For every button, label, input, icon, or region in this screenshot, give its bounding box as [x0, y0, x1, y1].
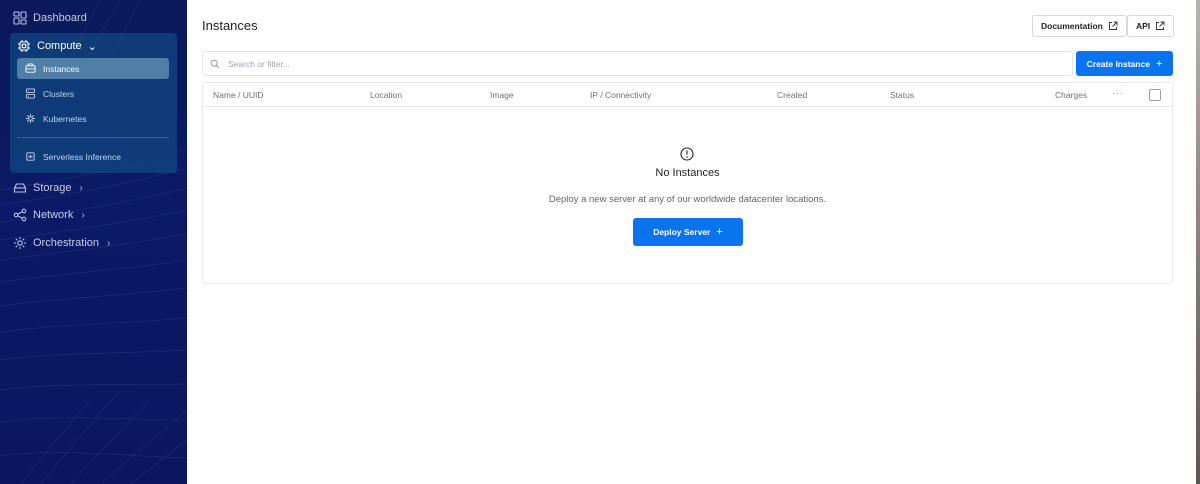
- compute-section: Compute ⌄ Instances Clusters Kubernetes: [10, 33, 177, 173]
- chevron-right-icon: ›: [107, 237, 111, 249]
- sidebar-item-compute-label: Compute: [37, 40, 82, 52]
- search-input[interactable]: [226, 57, 1050, 70]
- network-icon: [13, 208, 27, 222]
- sidebar-item-network[interactable]: Network ›: [13, 205, 85, 225]
- column-header-ip[interactable]: IP / Connectivity: [590, 90, 651, 100]
- gear-icon: [14, 237, 26, 249]
- column-header-status[interactable]: Status: [890, 90, 914, 100]
- sidebar-item-dashboard-label: Dashboard: [33, 12, 87, 24]
- sidebar-item-clusters[interactable]: Clusters: [17, 83, 169, 104]
- empty-state-title: No Instances: [655, 167, 720, 179]
- documentation-button[interactable]: Documentation: [1032, 15, 1127, 37]
- sidebar-item-storage-label: Storage: [33, 182, 72, 194]
- sidebar-item-dashboard[interactable]: Dashboard: [13, 8, 87, 28]
- empty-state-description: Deploy a new server at any of our worldw…: [548, 194, 827, 205]
- column-header-charges[interactable]: Charges: [1055, 90, 1087, 100]
- deploy-server-label: Deploy Server: [653, 227, 711, 237]
- select-all-checkbox[interactable]: [1149, 89, 1161, 101]
- deploy-server-button[interactable]: Deploy Server +: [633, 218, 743, 246]
- plus-icon: +: [1155, 57, 1163, 70]
- sidebar-item-storage[interactable]: Storage ›: [13, 178, 83, 198]
- api-button-label: API: [1136, 21, 1151, 31]
- server-icon: [25, 63, 36, 73]
- chip-icon: [26, 152, 35, 161]
- documentation-button-label: Documentation: [1041, 21, 1103, 31]
- cpu-icon: [18, 40, 30, 52]
- sidebar-item-orchestration-label: Orchestration: [33, 237, 100, 249]
- sidebar-item-orchestration[interactable]: Orchestration ›: [13, 233, 110, 253]
- sidebar: Dashboard Compute ⌄ Instances Clusters K…: [0, 0, 187, 484]
- storage-icon: [13, 183, 27, 193]
- page-title: Instances: [202, 18, 258, 33]
- sidebar-item-network-label: Network: [33, 209, 74, 221]
- column-header-image[interactable]: Image: [490, 90, 514, 100]
- search-box: [202, 51, 1073, 76]
- main-content: Instances Documentation API Create Insta…: [187, 0, 1196, 484]
- column-header-name[interactable]: Name / UUID: [213, 90, 264, 100]
- column-header-created[interactable]: Created: [777, 90, 807, 100]
- sidebar-item-clusters-label: Clusters: [43, 88, 75, 99]
- chevron-right-icon: ›: [79, 182, 83, 194]
- table-header: Name / UUID Location Image IP / Connecti…: [203, 83, 1172, 107]
- chevron-down-icon: ⌄: [87, 40, 97, 53]
- instances-table: Name / UUID Location Image IP / Connecti…: [202, 82, 1173, 284]
- sidebar-item-kubernetes[interactable]: Kubernetes: [17, 108, 169, 129]
- create-instance-label: Create Instance: [1086, 58, 1150, 69]
- external-link-icon: [1108, 21, 1118, 30]
- external-link-icon: [1156, 21, 1165, 30]
- sidebar-item-instances[interactable]: Instances: [17, 58, 169, 79]
- column-header-location[interactable]: Location: [370, 90, 402, 100]
- chevron-right-icon: ›: [81, 209, 85, 221]
- window-edge: [1196, 0, 1200, 484]
- plus-icon: +: [716, 226, 723, 238]
- sidebar-item-compute[interactable]: Compute ⌄: [17, 37, 97, 55]
- more-options-icon[interactable]: ···: [1112, 88, 1124, 98]
- section-divider: [17, 137, 169, 138]
- sidebar-item-serverless-inference-label: Serverless Inference: [43, 151, 121, 162]
- search-icon: [210, 59, 220, 68]
- sidebar-item-kubernetes-label: Kubernetes: [43, 113, 87, 124]
- cluster-icon: [25, 88, 36, 99]
- sidebar-item-instances-label: Instances: [43, 63, 80, 74]
- create-instance-button[interactable]: Create Instance +: [1076, 51, 1173, 76]
- sidebar-item-serverless-inference[interactable]: Serverless Inference: [17, 146, 169, 167]
- alert-circle-icon: [680, 147, 694, 161]
- dashboard-icon: [13, 11, 27, 25]
- api-button[interactable]: API: [1127, 15, 1175, 37]
- kubernetes-icon: [25, 113, 36, 124]
